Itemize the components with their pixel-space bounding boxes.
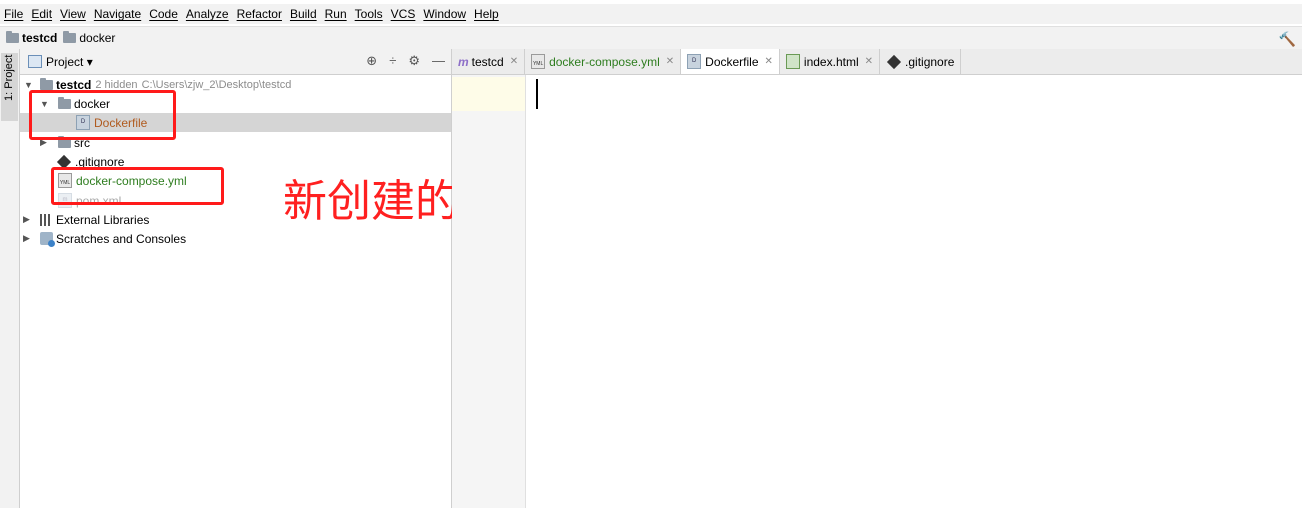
tool-window-strip: 1: Project	[0, 49, 20, 508]
text-caret	[536, 79, 538, 109]
close-icon[interactable]: ✕	[510, 56, 518, 67]
breadcrumb-folder[interactable]: docker	[63, 31, 115, 45]
close-icon[interactable]: ✕	[865, 56, 873, 67]
menu-file[interactable]: File	[0, 7, 27, 21]
menu-navigate[interactable]: Navigate	[90, 7, 145, 21]
chevron-right-icon[interactable]: ▶	[23, 233, 30, 244]
menu-build[interactable]: Build	[286, 7, 321, 21]
libraries-icon	[40, 213, 52, 226]
menu-code[interactable]: Code	[145, 7, 182, 21]
current-line-highlight	[452, 77, 525, 111]
tab-dockerfile[interactable]: D Dockerfile ✕	[681, 49, 780, 74]
chevron-down-icon[interactable]: ▼	[24, 80, 33, 90]
close-icon[interactable]: ✕	[765, 56, 773, 67]
tab-gitignore[interactable]: .gitignore	[880, 49, 962, 74]
yml-file-icon: YML	[531, 54, 546, 69]
tab-testcd[interactable]: m testcd ✕	[452, 49, 526, 74]
scratches-icon	[40, 232, 55, 247]
menu-refactor[interactable]: Refactor	[233, 7, 286, 21]
html-file-icon	[785, 54, 800, 69]
dockerfile-icon: D	[687, 54, 702, 69]
gear-icon[interactable]: ⚙	[408, 53, 420, 69]
close-icon[interactable]: ✕	[666, 56, 674, 67]
collapse-all-icon[interactable]: ÷	[389, 53, 396, 69]
folder-icon	[6, 31, 19, 43]
menu-edit[interactable]: Edit	[27, 7, 56, 21]
breadcrumb-project[interactable]: testcd	[6, 31, 57, 45]
breadcrumb: testcd docker 🔨	[0, 26, 1302, 50]
tree-item-scratches[interactable]: ▶ Scratches and Consoles	[20, 229, 451, 248]
tab-index-html[interactable]: index.html ✕	[780, 49, 881, 74]
chevron-right-icon[interactable]: ▶	[23, 214, 30, 225]
menu-run[interactable]: Run	[321, 7, 351, 21]
menu-view[interactable]: View	[56, 7, 90, 21]
menu-analyze[interactable]: Analyze	[182, 7, 233, 21]
build-hammer-icon[interactable]: 🔨	[1279, 31, 1296, 48]
menu-window[interactable]: Window	[419, 7, 470, 21]
locate-target-icon[interactable]: ⊕	[366, 53, 377, 69]
maven-icon: m	[458, 54, 469, 69]
project-view-selector[interactable]: Project ▾	[46, 55, 93, 69]
folder-icon	[63, 31, 77, 43]
code-editor[interactable]	[452, 75, 1302, 508]
project-view-icon	[28, 55, 42, 68]
menu-vcs[interactable]: VCS	[387, 7, 420, 21]
highlight-docker-folder	[29, 90, 176, 140]
git-icon	[886, 54, 902, 69]
editor-tab-bar: m testcd ✕ YML docker-compose.yml ✕ D Do…	[452, 49, 1302, 75]
highlight-compose-file	[51, 167, 224, 205]
menu-bar: File Edit View Navigate Code Analyze Ref…	[0, 4, 1302, 24]
hide-panel-icon[interactable]: —	[432, 53, 445, 69]
folder-icon	[40, 77, 53, 90]
project-panel-tools: ⊕ ÷ ⚙ —	[366, 53, 445, 69]
project-panel-header: Project ▾ ⊕ ÷ ⚙ —	[20, 49, 451, 75]
project-tool-tab[interactable]: 1: Project	[1, 53, 18, 121]
menu-help[interactable]: Help	[470, 7, 503, 21]
menu-tools[interactable]: Tools	[351, 7, 387, 21]
editor-gutter	[452, 75, 526, 508]
tab-docker-compose[interactable]: YML docker-compose.yml ✕	[525, 49, 682, 74]
